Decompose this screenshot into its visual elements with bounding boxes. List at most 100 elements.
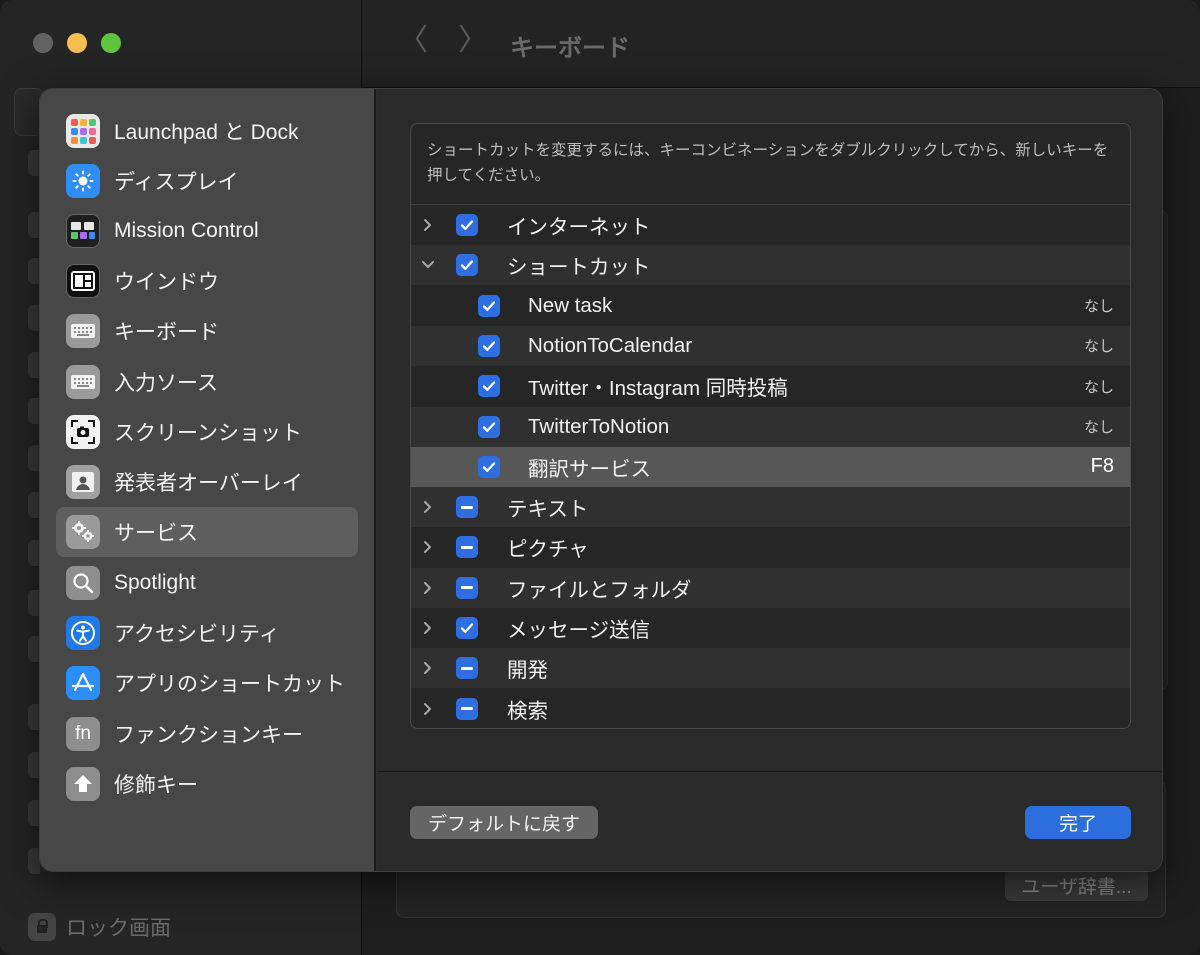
mixed-checkbox[interactable] [456,697,478,720]
shortcut-key[interactable]: なし [1084,335,1114,356]
checkbox[interactable] [478,375,500,398]
checkmark-icon [460,623,474,633]
service-category-row[interactable]: テキスト [411,487,1130,528]
checkmark-icon [482,421,496,432]
service-category-row[interactable]: 開発 [411,648,1130,689]
sidebar-item-modifier-keys[interactable]: 修飾キー [56,759,358,809]
minimize-window-button[interactable] [67,33,87,53]
sidebar-item-launchpad-dock[interactable]: Launchpad と Dock [56,106,358,156]
sidebar-item-label: ディスプレイ [114,171,239,194]
service-row[interactable]: NotionToCalendar なし [411,325,1130,366]
sidebar-item-function-keys[interactable]: fn ファンクションキー [56,709,358,759]
sidebar-item-spotlight[interactable]: Spotlight [56,558,358,608]
mixed-checkbox[interactable] [456,576,478,599]
screenshot-icon [66,415,100,449]
sidebar-item-label: Spotlight [114,571,196,594]
sidebar-item-mission-control[interactable]: Mission Control [56,206,358,256]
service-category-row[interactable]: ショートカット [411,245,1130,286]
checkbox[interactable] [456,617,478,639]
mixed-checkbox[interactable] [456,657,478,680]
fn-icon: fn [66,717,100,751]
service-category-row[interactable]: メッセージ送信 [411,608,1130,648]
maximize-window-button[interactable] [101,33,121,53]
shortcut-key[interactable]: なし [1084,376,1114,397]
sidebar-item-window[interactable]: ウインドウ [56,256,358,306]
forward-button[interactable]: 〉 [458,26,488,56]
services-shortcut-list: ショートカットを変更するには、キーコンビネーションをダブルクリックしてから、新し… [410,123,1131,729]
sidebar-item-label: ウインドウ [114,271,219,294]
chevron-right-icon[interactable] [421,568,435,608]
checkbox[interactable] [478,455,500,478]
service-row[interactable]: 翻訳サービス F8 [411,446,1130,487]
sidebar-item-services[interactable]: サービス [56,507,358,557]
shortcut-key[interactable]: なし [1084,295,1114,316]
lock-icon [28,913,56,941]
service-label: テキスト [507,498,589,522]
sidebar-item-label: スクリーンショット [114,422,302,445]
service-category-row[interactable]: ファイルとフォルダ [411,567,1130,608]
service-label: TwitterToNotion [528,414,670,438]
chevron-right-icon[interactable] [421,205,435,245]
chevron-down-icon[interactable] [421,245,435,285]
input-source-icon [66,365,100,399]
done-button[interactable]: 完了 [1025,806,1131,839]
sidebar-item-label: 発表者オーバーレイ [114,472,303,495]
service-row[interactable]: TwitterToNotion なし [411,406,1130,447]
chevron-right-icon[interactable] [421,608,435,648]
checkbox[interactable] [478,415,500,438]
sidebar-item-presenter-overlay[interactable]: 発表者オーバーレイ [56,457,358,507]
sidebar-item-display[interactable]: ディスプレイ [56,156,358,206]
chevron-right-icon[interactable] [421,689,435,728]
sidebar-item-input-sources[interactable]: 入力ソース [56,357,358,407]
chevron-right-icon[interactable] [421,527,435,567]
sidebar-item-label: アクセシビリティ [114,623,280,646]
checkbox[interactable] [478,294,500,317]
close-window-button[interactable] [33,33,53,53]
sidebar-item-keyboard[interactable]: キーボード [56,306,358,356]
minus-icon [461,586,473,590]
instructions-text: ショートカットを変更するには、キーコンビネーションをダブルクリックしてから、新し… [427,142,1109,184]
sidebar-item-label: 修飾キー [114,774,198,797]
sidebar-item-screenshots[interactable]: スクリーンショット [56,407,358,457]
checkbox[interactable] [478,334,500,357]
chevron-right-icon[interactable] [421,487,435,527]
spotlight-icon [66,566,100,600]
service-category-row[interactable]: 検索 [411,689,1130,728]
service-label: ピクチャ [507,538,589,562]
sidebar-item-lock-screen[interactable]: ロック画面 [28,912,171,942]
minus-icon [461,505,473,509]
restore-defaults-button[interactable]: デフォルトに戻す [410,806,598,839]
shortcut-key[interactable]: なし [1084,416,1114,437]
sidebar-item-label: Mission Control [114,219,259,242]
service-row[interactable]: New task なし [411,286,1130,326]
sidebar-item-label: アプリのショートカット [114,673,345,696]
service-label: Twitter・Instagram 同時投稿 [528,377,788,401]
modifier-keys-icon [66,767,100,801]
checkbox[interactable] [456,254,478,277]
checkbox[interactable] [456,214,478,236]
minus-icon [461,707,473,711]
mixed-checkbox[interactable] [456,496,478,519]
mixed-checkbox[interactable] [456,536,478,559]
service-label: 翻訳サービス [528,457,651,481]
checkmark-icon [482,300,496,311]
service-row[interactable]: Twitter・Instagram 同時投稿 なし [411,366,1130,406]
presenter-overlay-icon [66,465,100,499]
sidebar-item-accessibility[interactable]: アクセシビリティ [56,608,358,658]
sidebar-item-app-shortcuts[interactable]: アプリのショートカット [56,658,358,708]
back-button[interactable]: 〈 [398,26,428,56]
divider [378,771,1162,772]
checkmark-icon [482,462,496,472]
service-label: メッセージ送信 [507,619,651,642]
chevron-right-icon[interactable] [421,648,435,688]
user-dictionary-button[interactable]: ユーザ辞書... [1005,869,1148,901]
accessibility-icon [66,616,100,650]
service-category-row[interactable]: ピクチャ [411,527,1130,567]
display-icon [66,164,100,198]
service-category-row[interactable]: インターネット [411,205,1130,245]
shortcut-key[interactable]: F8 [1091,455,1114,478]
shortcut-content: ショートカットを変更するには、キーコンビネーションをダブルクリックしてから、新し… [378,89,1162,871]
checkmark-icon [482,341,496,351]
service-label: ショートカット [507,256,651,280]
sidebar-item-label: Launchpad と Dock [114,121,299,144]
